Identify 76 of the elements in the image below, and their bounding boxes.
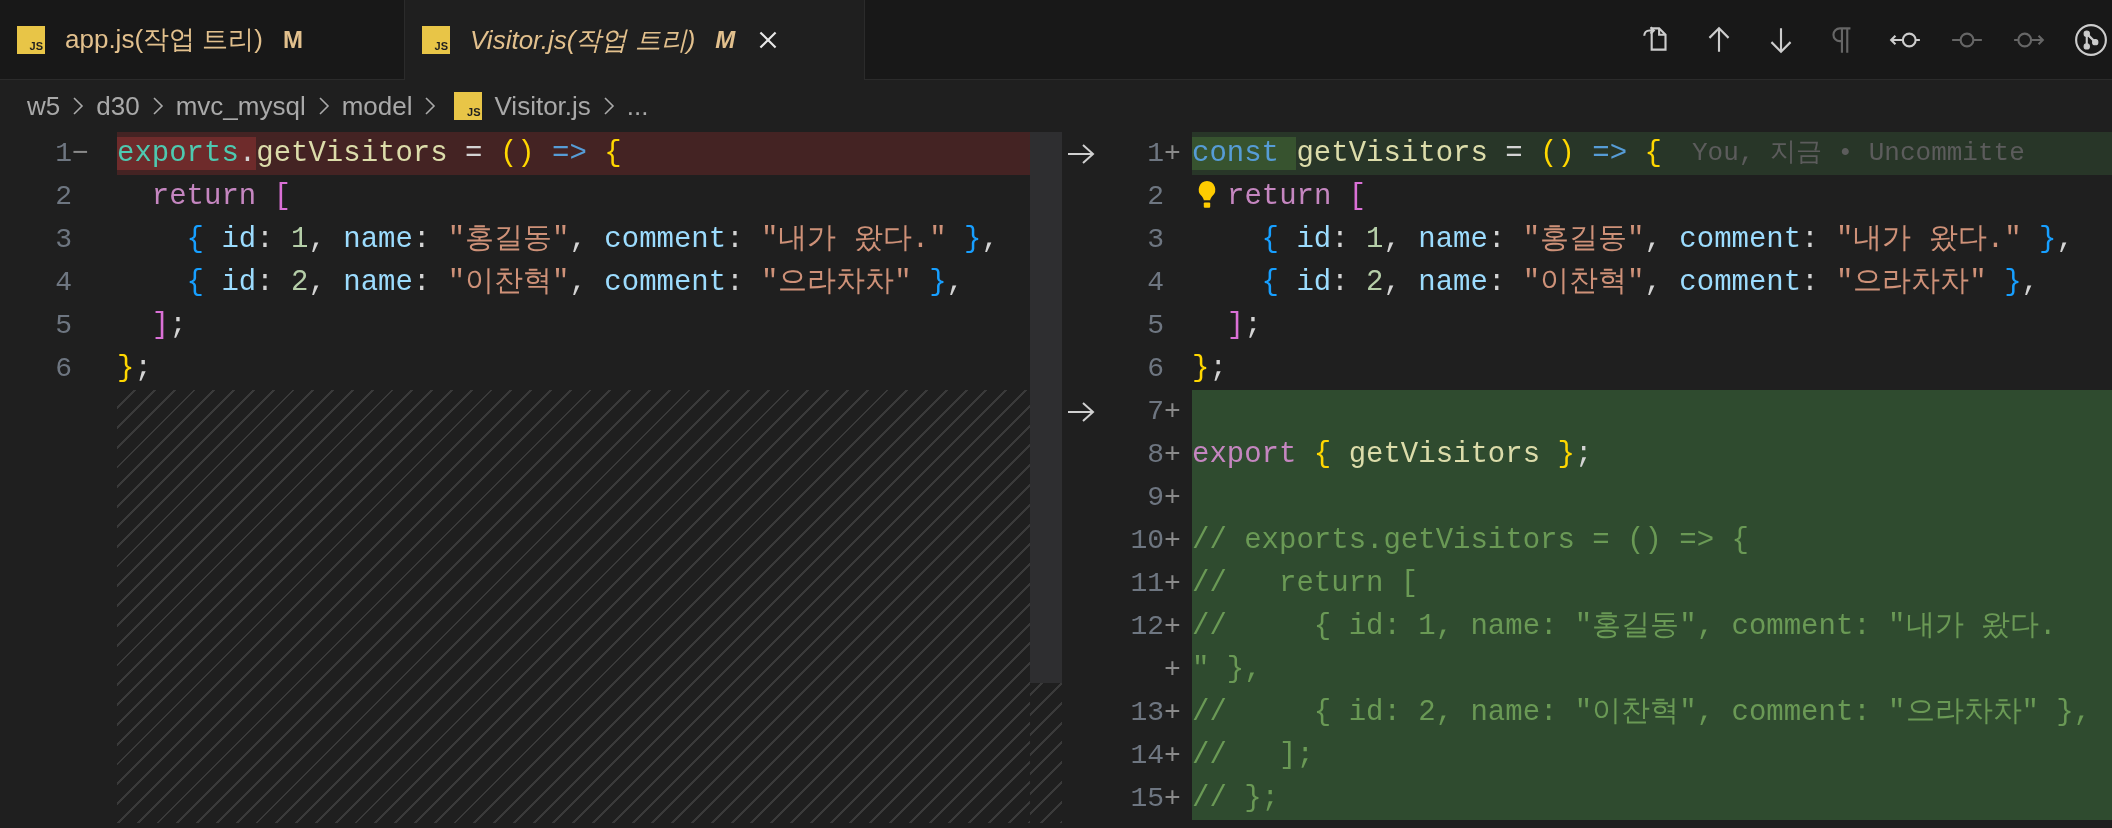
- scrollbar-thumb[interactable]: [1030, 132, 1062, 683]
- code-line: // { id: 1, name: "홍길동", comment: "내가 왔다.: [1192, 609, 2057, 645]
- diff-marker: +: [1164, 480, 1182, 515]
- diff-marker: +: [1164, 695, 1182, 730]
- line-number: 6: [1146, 351, 1164, 386]
- code-line: { id: 1, name: "홍길동", comment: "내가 왔다." },: [185, 222, 999, 258]
- line-number: 3: [1146, 222, 1164, 257]
- chevron-right-icon: [72, 96, 85, 116]
- line-number: 2: [1146, 179, 1164, 214]
- breadcrumb-item[interactable]: Visitor.js: [494, 86, 591, 126]
- code-line: // exports.getVisitors = () => {: [1192, 523, 1749, 559]
- tab[interactable]: JS Visitor.js(작업 트리) M: [405, 0, 865, 80]
- breadcrumb-item[interactable]: model: [341, 86, 413, 126]
- diff-marker: −: [72, 136, 90, 171]
- line-number: 7: [1146, 394, 1164, 429]
- js-file-icon: JS: [17, 25, 45, 54]
- code-line: const getVisitors = () => {: [1192, 136, 1662, 172]
- chevron-right-icon: [424, 96, 437, 116]
- diff-marker: +: [1164, 609, 1182, 644]
- line-number: 14: [1129, 738, 1164, 773]
- line-number: 13: [1129, 695, 1164, 730]
- git-status-label: M: [715, 25, 736, 55]
- code-line: export { getVisitors };: [1192, 437, 1593, 473]
- line-number: 4: [1146, 265, 1164, 300]
- arrow-right-icon[interactable]: [1066, 399, 1096, 424]
- git-compare-icon[interactable]: [2074, 22, 2108, 57]
- js-file-icon: JS: [454, 92, 483, 120]
- line-number: 1: [54, 136, 72, 171]
- code-line: ];: [150, 308, 187, 344]
- code-line: // return [: [1192, 566, 1419, 602]
- code-line: // { id: 2, name: "이찬혁", comment: "으라차차" },: [1192, 695, 2092, 731]
- code-line: return [: [1227, 179, 1367, 215]
- tab[interactable]: JS app.js(작업 트리) M: [0, 0, 405, 80]
- code-line: { id: 2, name: "이찬혁", comment: "으라차차" },: [185, 265, 964, 301]
- line-number: 3: [54, 222, 72, 257]
- line-number: 2: [54, 179, 72, 214]
- code-line: return [: [150, 179, 292, 215]
- diff-marker: +: [1164, 566, 1182, 601]
- js-file-icon: JS: [422, 26, 450, 54]
- line-number: 1: [1146, 136, 1164, 171]
- chevron-right-icon: [317, 96, 330, 116]
- breadcrumb-item[interactable]: d30: [96, 86, 140, 126]
- code-line: { id: 2, name: "이찬혁", comment: "으라차차" },: [1260, 265, 2039, 301]
- code-line: };: [117, 351, 152, 387]
- diff-marker: +: [1164, 394, 1182, 429]
- diff-marker: +: [1164, 738, 1182, 773]
- lightbulb-icon[interactable]: [1196, 180, 1218, 210]
- line-number: 9: [1146, 480, 1164, 515]
- chevron-right-icon: [602, 96, 615, 116]
- code-line: };: [1192, 351, 1227, 387]
- code-line: // ];: [1192, 738, 1314, 774]
- line-number: 4: [54, 265, 72, 300]
- code-line: exports.getVisitors = () => {: [117, 136, 622, 172]
- line-number: 12: [1129, 609, 1164, 644]
- diff-marker: +: [1164, 437, 1182, 472]
- chevron-right-icon: [151, 96, 164, 116]
- git-status-label: M: [282, 24, 303, 55]
- arrow-right-icon[interactable]: [1066, 141, 1096, 166]
- code-line: " },: [1192, 652, 1262, 688]
- diff-marker: +: [1164, 781, 1182, 816]
- line-number: 5: [54, 308, 72, 343]
- breadcrumb-item[interactable]: ...: [626, 86, 649, 126]
- code-line: ];: [1225, 308, 1262, 344]
- line-number: 5: [1146, 308, 1164, 343]
- code-line: { id: 1, name: "홍길동", comment: "내가 왔다." },: [1260, 222, 2074, 258]
- breadcrumb-item[interactable]: mvc_mysql: [175, 86, 306, 126]
- line-number: 6: [54, 351, 72, 386]
- diff-marker: +: [1164, 652, 1182, 687]
- code-line: // };: [1192, 781, 1279, 817]
- diff-marker: +: [1164, 136, 1182, 171]
- line-number: 10: [1129, 523, 1164, 558]
- breadcrumb-item[interactable]: w5: [27, 86, 61, 126]
- line-number: 11: [1129, 566, 1164, 601]
- line-number: 8: [1146, 437, 1164, 472]
- line-number: 15: [1129, 781, 1164, 816]
- diff-marker: +: [1164, 523, 1182, 558]
